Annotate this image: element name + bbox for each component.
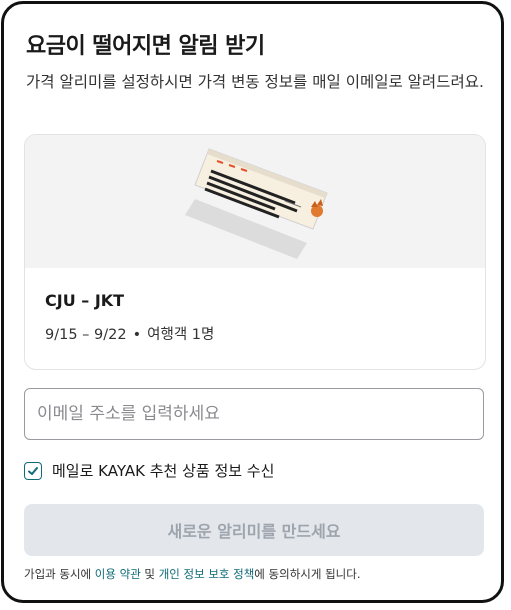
check-icon xyxy=(28,466,38,475)
terms-and: 및 xyxy=(140,567,159,581)
terms-prefix: 가입과 동시에 xyxy=(24,567,95,581)
separator-dot: • xyxy=(132,327,142,343)
ticket-icon xyxy=(185,148,328,259)
terms-of-use-link[interactable]: 이용 약관 xyxy=(95,567,141,581)
privacy-policy-link[interactable]: 개인 정보 보호 정책 xyxy=(159,567,255,581)
create-alert-button[interactable]: 새로운 알리미를 만드세요 xyxy=(24,504,484,556)
modal-description: 가격 알리미를 설정하시면 가격 변동 정보를 매일 이메일로 알려드려요. xyxy=(26,73,484,91)
trip-meta: 9/15 – 9/22 • 여행객 1명 xyxy=(45,323,214,344)
terms-text: 가입과 동시에 이용 약관 및 개인 정보 보호 정책에 동의하시게 됩니다. xyxy=(24,566,360,582)
trip-dates: 9/15 – 9/22 xyxy=(45,327,127,343)
ticket-illustration xyxy=(25,135,485,268)
opt-in-row[interactable]: 메일로 KAYAK 추천 상품 정보 수신 xyxy=(24,460,274,481)
email-input[interactable] xyxy=(24,388,484,440)
trip-route: CJU – JKT xyxy=(45,291,125,310)
modal-title: 요금이 떨어지면 알림 받기 xyxy=(26,34,265,59)
opt-in-checkbox[interactable] xyxy=(24,461,42,480)
trip-card: CJU – JKT 9/15 – 9/22 • 여행객 1명 xyxy=(24,134,486,370)
trip-travelers: 여행객 1명 xyxy=(147,327,215,343)
terms-suffix: 에 동의하시게 됩니다. xyxy=(254,567,361,581)
opt-in-label: 메일로 KAYAK 추천 상품 정보 수신 xyxy=(52,462,275,480)
price-alert-modal: 요금이 떨어지면 알림 받기 가격 알리미를 설정하시면 가격 변동 정보를 매… xyxy=(1,1,504,603)
